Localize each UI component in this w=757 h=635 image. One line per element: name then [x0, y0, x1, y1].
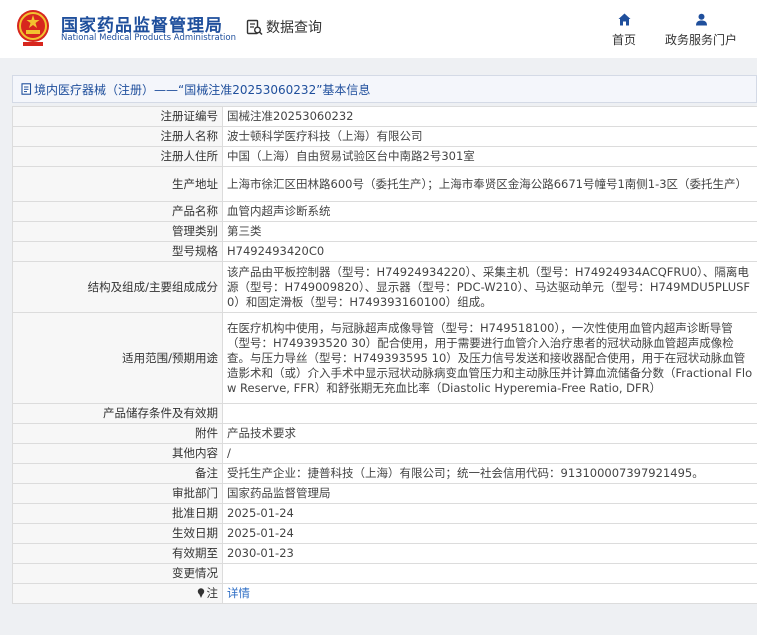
row-label: 备注: [12, 463, 223, 484]
table-row: 注册人住所 中国（上海）自由贸易试验区台中南路2号301室: [12, 146, 757, 167]
data-query-link[interactable]: 数据查询: [246, 17, 322, 37]
details-link[interactable]: 详情: [227, 586, 250, 600]
nav-home-label: 首页: [611, 33, 636, 47]
breadcrumb-text: 境内医疗器械（注册）——“国械注准20253060232”基本信息: [34, 82, 371, 97]
nav-home[interactable]: 首页: [611, 13, 637, 48]
table-row: 注册人名称 波士顿科学医疗科技（上海）有限公司: [12, 126, 757, 147]
row-label: 其他内容: [12, 443, 223, 464]
row-value: 2025-01-24: [222, 503, 757, 524]
row-label: 注册人名称: [12, 126, 223, 147]
row-value: 波士顿科学医疗科技（上海）有限公司: [222, 126, 757, 147]
emblem-icon: [17, 10, 49, 46]
table-row: 变更情况: [12, 563, 757, 584]
row-value: [222, 403, 757, 424]
row-value: 中国（上海）自由贸易试验区台中南路2号301室: [222, 146, 757, 167]
row-label: 注册人住所: [12, 146, 223, 167]
row-value: 2025-01-24: [222, 523, 757, 544]
row-value: 2030-01-23: [222, 543, 757, 564]
row-value: 该产品由平板控制器（型号：H74924934220）、采集主机（型号：H7492…: [222, 261, 757, 313]
row-value: 受托生产企业：捷普科技（上海）有限公司；统一社会信用代码：91310000739…: [222, 463, 757, 484]
table-row: 适用范围/预期用途 在医疗机构中使用，与冠脉超声成像导管（型号：H7495181…: [12, 312, 757, 404]
row-value: [222, 563, 757, 584]
row-label: 管理类别: [12, 221, 223, 242]
table-row: 注册证编号 国械注准20253060232: [12, 106, 757, 127]
row-label: 注: [206, 586, 219, 600]
pin-icon: [197, 588, 204, 598]
row-value: 在医疗机构中使用，与冠脉超声成像导管（型号：H749518100），一次性使用血…: [222, 312, 757, 404]
table-row: 注 详情: [12, 583, 757, 604]
table-row: 生产地址 上海市徐汇区田林路600号（委托生产）；上海市奉贤区金海公路6671号…: [12, 166, 757, 202]
row-label: 变更情况: [12, 563, 223, 584]
row-label: 产品名称: [12, 201, 223, 222]
table-row: 其他内容 /: [12, 443, 757, 464]
table-row: 备注 受托生产企业：捷普科技（上海）有限公司；统一社会信用代码：91310000…: [12, 463, 757, 484]
search-doc-icon: [246, 19, 263, 35]
row-label: 结构及组成/主要组成成分: [12, 261, 223, 313]
table-row: 有效期至 2030-01-23: [12, 543, 757, 564]
table-row: 型号规格 H7492493420C0: [12, 241, 757, 262]
row-value: 国械注准20253060232: [222, 106, 757, 127]
row-label: 附件: [12, 423, 223, 444]
row-label: 生产地址: [12, 166, 223, 202]
row-value: 产品技术要求: [222, 423, 757, 444]
row-label: 注册证编号: [12, 106, 223, 127]
row-value: 第三类: [222, 221, 757, 242]
row-label: 批准日期: [12, 503, 223, 524]
table-row: 批准日期 2025-01-24: [12, 503, 757, 524]
table-row: 产品名称 血管内超声诊断系统: [12, 201, 757, 222]
table-row: 管理类别 第三类: [12, 221, 757, 242]
row-label: 型号规格: [12, 241, 223, 262]
note-label-cell: 注: [12, 583, 223, 604]
breadcrumb: 境内医疗器械（注册）——“国械注准20253060232”基本信息: [12, 75, 757, 103]
info-table: 注册证编号 国械注准20253060232 注册人名称 波士顿科学医疗科技（上海…: [12, 106, 757, 604]
row-label: 产品储存条件及有效期: [12, 403, 223, 424]
row-value: 详情: [222, 583, 757, 604]
table-row: 审批部门 国家药品监督管理局: [12, 483, 757, 504]
home-icon: [618, 13, 630, 26]
table-row: 结构及组成/主要组成成分 该产品由平板控制器（型号：H74924934220）、…: [12, 261, 757, 313]
document-icon: [21, 83, 32, 95]
user-icon: [695, 13, 707, 26]
row-value: H7492493420C0: [222, 241, 757, 262]
row-label: 生效日期: [12, 523, 223, 544]
table-row: 附件 产品技术要求: [12, 423, 757, 444]
row-value: /: [222, 443, 757, 464]
row-label: 审批部门: [12, 483, 223, 504]
site-header: 国家药品监督管理局 National Medical Products Admi…: [0, 0, 757, 58]
table-row: 产品储存条件及有效期: [12, 403, 757, 424]
table-row: 生效日期 2025-01-24: [12, 523, 757, 544]
data-query-label: 数据查询: [266, 20, 322, 36]
nav-gov-services[interactable]: 政务服务门户: [663, 13, 739, 48]
row-label: 有效期至: [12, 543, 223, 564]
row-value: 上海市徐汇区田林路600号（委托生产）；上海市奉贤区金海公路6671号幢号1南侧…: [222, 166, 757, 202]
site-title-en[interactable]: National Medical Products Administration: [61, 33, 236, 43]
row-label: 适用范围/预期用途: [12, 312, 223, 404]
row-value: 国家药品监督管理局: [222, 483, 757, 504]
row-value: 血管内超声诊断系统: [222, 201, 757, 222]
nav-gov-label: 政务服务门户: [664, 33, 737, 47]
